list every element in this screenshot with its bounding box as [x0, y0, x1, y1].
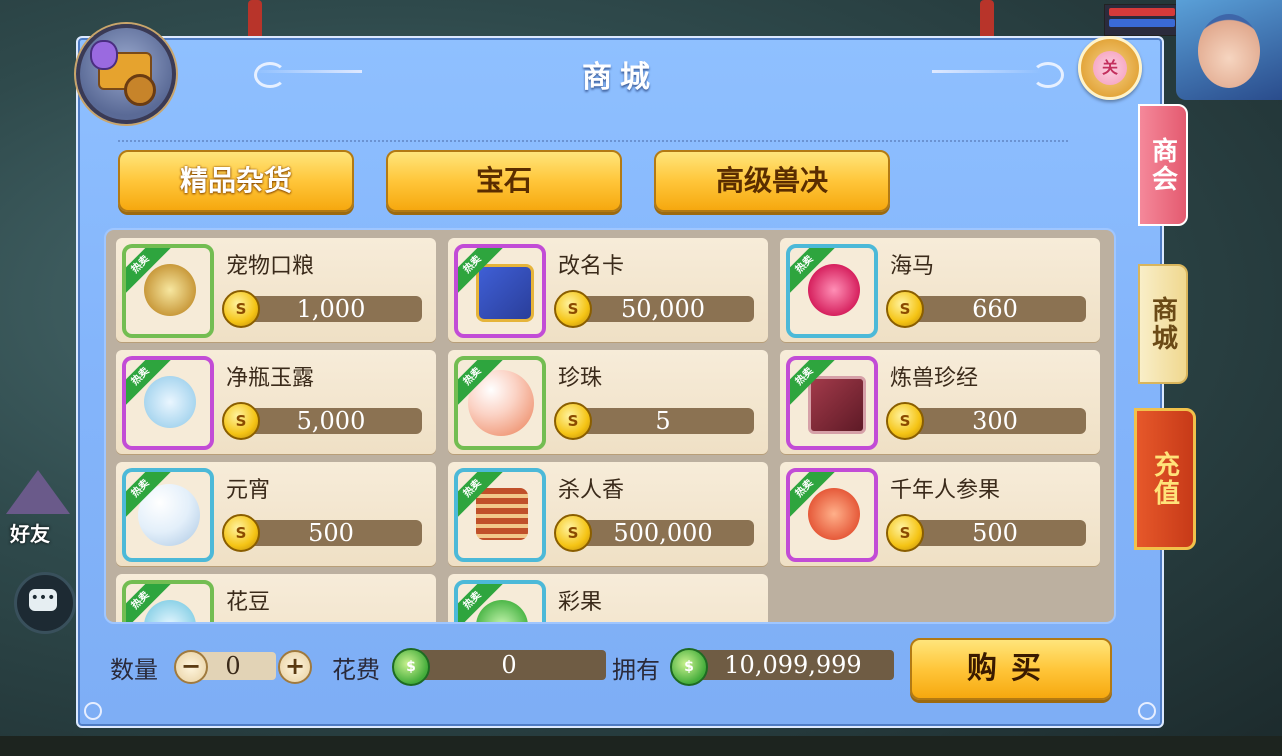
friends-label: 好友	[10, 522, 50, 546]
corner-ornament	[1138, 702, 1156, 720]
friends-button[interactable]: 好友	[0, 470, 76, 550]
tab-category-groceries[interactable]: 精品杂货	[118, 150, 354, 212]
corner-ornament	[84, 702, 102, 720]
quantity-decrease-button[interactable]: −	[174, 650, 208, 684]
item-icon-frame: 热卖	[454, 356, 546, 450]
cost-value: 0	[412, 650, 606, 680]
quantity-increase-button[interactable]: +	[278, 650, 312, 684]
item-name: 元宵	[226, 478, 271, 503]
item-grid[interactable]: 热卖 宠物口粮 1,000 S 热卖 改名卡 50,000 S 热卖 海马 66…	[104, 228, 1116, 624]
item-icon-frame: 热卖	[454, 244, 546, 338]
item-price: 1,000	[240, 296, 422, 322]
coin-icon: S	[222, 402, 260, 440]
shop-item[interactable]: 热卖 元宵 500 S	[116, 462, 436, 566]
shop-item[interactable]: 热卖 炼兽珍经 300 S	[780, 350, 1100, 454]
ginseng-fruit-icon	[808, 488, 860, 540]
shop-panel: 商城 关 精品杂货 宝石 高级兽决 热卖 宠物口粮 1,000 S 热卖 改名卡…	[76, 24, 1164, 728]
coin-icon: S	[222, 514, 260, 552]
tab-category-beast-skills[interactable]: 高级兽决	[654, 150, 890, 212]
item-price: 5	[572, 408, 754, 434]
shop-item[interactable]: 热卖 珍珠 5 S	[448, 350, 768, 454]
vase-dew-icon	[144, 376, 196, 428]
pet-food-icon	[144, 264, 196, 316]
item-name: 彩果	[558, 590, 603, 615]
player-status-bars	[1104, 4, 1180, 36]
cost-label: 花费	[332, 656, 380, 684]
player-avatar[interactable]	[1176, 0, 1282, 100]
title-swirl-right	[1032, 62, 1064, 88]
item-icon-frame: 热卖	[122, 244, 214, 338]
tab-mall[interactable]: 商城	[1138, 264, 1188, 384]
item-price: 50,000	[572, 296, 754, 322]
item-name: 改名卡	[558, 254, 625, 279]
chat-button[interactable]: •••	[14, 572, 76, 634]
tab-recharge[interactable]: 充值	[1134, 408, 1196, 550]
tab-category-gems[interactable]: 宝石	[386, 150, 622, 212]
background-pillar	[248, 0, 262, 40]
owned-label: 拥有	[612, 656, 660, 684]
shop-item[interactable]: 热卖 杀人香 500,000 S	[448, 462, 768, 566]
chat-bubble-icon: •••	[29, 589, 57, 611]
shop-item[interactable]: 热卖 彩果	[448, 574, 768, 622]
item-icon-frame: 热卖	[122, 468, 214, 562]
avatar-face	[1198, 14, 1260, 88]
item-icon-frame: 热卖	[122, 356, 214, 450]
shop-item[interactable]: 热卖 花豆	[116, 574, 436, 622]
friends-icon	[6, 470, 70, 514]
owned-value: 10,099,999	[692, 650, 894, 680]
coin-icon: S	[554, 402, 592, 440]
item-name: 花豆	[226, 590, 271, 615]
coin-icon: S	[886, 514, 924, 552]
header-divider	[118, 140, 1068, 142]
currency-icon: $	[392, 648, 430, 686]
item-name: 炼兽珍经	[890, 366, 979, 391]
seahorse-icon	[808, 264, 860, 316]
item-price: 300	[904, 408, 1086, 434]
title-ornament-right	[932, 70, 1042, 73]
item-name: 珍珠	[558, 366, 603, 391]
shop-item[interactable]: 热卖 净瓶玉露 5,000 S	[116, 350, 436, 454]
item-icon-frame: 热卖	[122, 580, 214, 622]
item-name: 宠物口粮	[226, 254, 315, 279]
rename-card-icon	[476, 264, 534, 322]
page-title: 商城	[582, 60, 658, 95]
coin-icon: S	[222, 290, 260, 328]
item-icon-frame: 热卖	[454, 580, 546, 622]
item-name: 千年人参果	[890, 478, 1001, 503]
item-name: 净瓶玉露	[226, 366, 315, 391]
item-price: 660	[904, 296, 1086, 322]
color-fruit-icon	[476, 600, 528, 622]
bottom-hud-bar	[0, 736, 1282, 756]
incense-coil-icon	[476, 488, 528, 540]
item-icon-frame: 热卖	[786, 356, 878, 450]
shop-item[interactable]: 热卖 海马 660 S	[780, 238, 1100, 342]
tab-merchant-guild[interactable]: 商会	[1138, 104, 1188, 226]
beast-book-icon	[808, 376, 866, 434]
item-name: 杀人香	[558, 478, 625, 503]
item-price: 500,000	[572, 520, 754, 546]
close-icon: 关	[1093, 51, 1127, 85]
shop-item[interactable]: 热卖 改名卡 50,000 S	[448, 238, 768, 342]
buy-button[interactable]: 购买	[910, 638, 1112, 700]
coin-icon: S	[554, 514, 592, 552]
item-name: 海马	[890, 254, 935, 279]
coin-icon: S	[554, 290, 592, 328]
coin-icon: S	[886, 402, 924, 440]
item-price: 500	[904, 520, 1086, 546]
quantity-label: 数量	[110, 656, 158, 684]
item-icon-frame: 热卖	[454, 468, 546, 562]
coin-icon: S	[886, 290, 924, 328]
item-icon-frame: 热卖	[786, 244, 878, 338]
background-pillar	[980, 0, 994, 40]
flower-bean-icon	[144, 600, 196, 622]
currency-icon: $	[670, 648, 708, 686]
item-price: 500	[240, 520, 422, 546]
shop-item[interactable]: 热卖 千年人参果 500 S	[780, 462, 1100, 566]
item-price: 5,000	[240, 408, 422, 434]
item-icon-frame: 热卖	[786, 468, 878, 562]
shop-item[interactable]: 热卖 宠物口粮 1,000 S	[116, 238, 436, 342]
close-button[interactable]: 关	[1078, 36, 1142, 100]
